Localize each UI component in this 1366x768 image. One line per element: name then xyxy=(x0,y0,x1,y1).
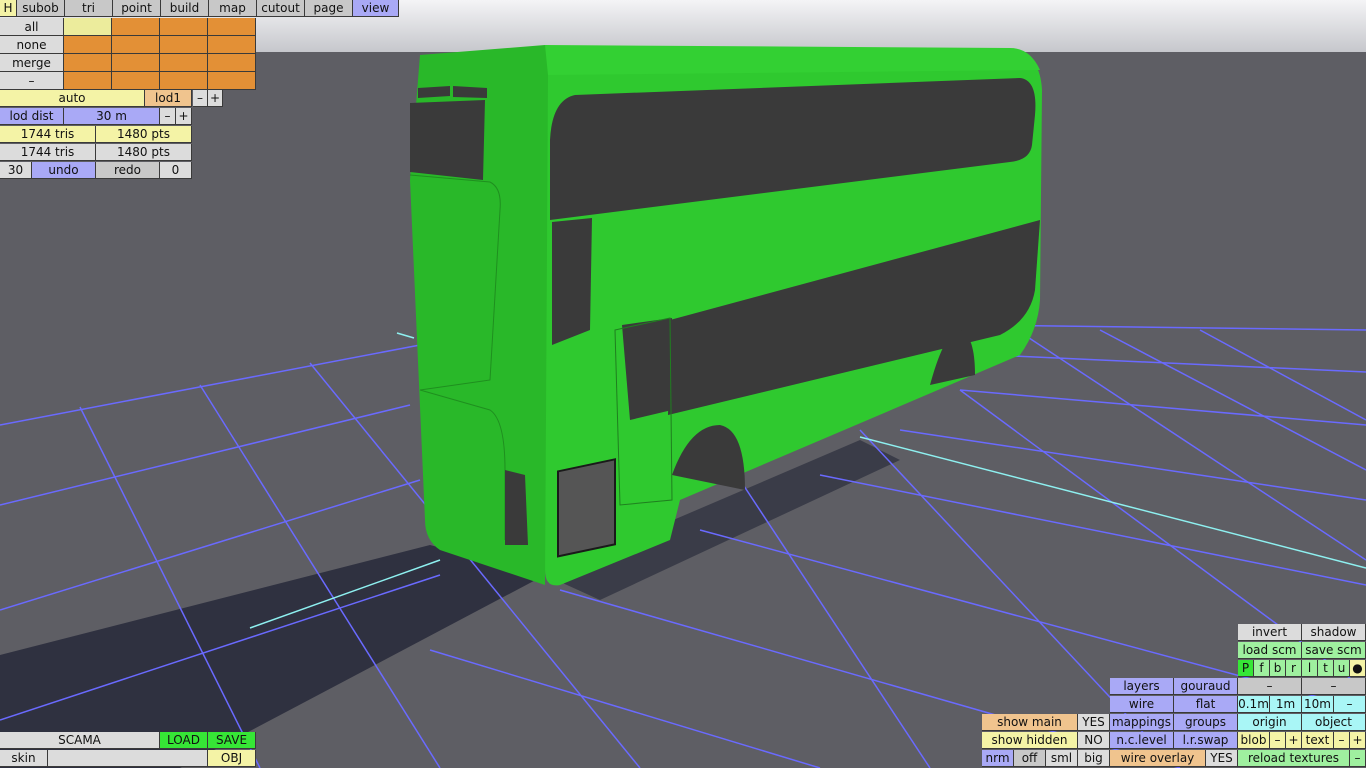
lod-dist-plus-button[interactable]: + xyxy=(176,108,192,125)
view-dot-icon[interactable]: ● xyxy=(1350,660,1366,677)
wire-button[interactable]: wire xyxy=(1110,696,1174,713)
origin-button[interactable]: origin xyxy=(1238,714,1302,731)
layer-cell[interactable] xyxy=(112,36,160,54)
tab-map[interactable]: map xyxy=(209,0,257,17)
layer-cell[interactable] xyxy=(64,72,112,90)
view-perspective-button[interactable]: P xyxy=(1238,660,1254,677)
layer-cell[interactable] xyxy=(64,54,112,72)
skin-field[interactable] xyxy=(48,750,208,767)
sml-button[interactable]: sml xyxy=(1046,750,1078,767)
grid-minus-button[interactable]: – xyxy=(1334,696,1366,713)
lod-auto-button[interactable]: auto xyxy=(0,90,145,107)
layer-cell[interactable] xyxy=(160,36,208,54)
layer-cell[interactable] xyxy=(160,18,208,36)
load-button[interactable]: LOAD xyxy=(160,732,208,749)
layers-button[interactable]: layers xyxy=(1110,678,1174,695)
nc-level-button[interactable]: n.c.level xyxy=(1110,732,1174,749)
tab-page[interactable]: page xyxy=(305,0,353,17)
view-top-button[interactable]: t xyxy=(1318,660,1334,677)
flat-button[interactable]: flat xyxy=(1174,696,1238,713)
layer-cell[interactable] xyxy=(208,18,256,36)
text-minus-button[interactable]: – xyxy=(1334,732,1350,749)
mappings-button[interactable]: mappings xyxy=(1110,714,1174,731)
view-right-button[interactable]: r xyxy=(1286,660,1302,677)
lod-minus-button[interactable]: – xyxy=(193,90,208,107)
tab-tri[interactable]: tri xyxy=(65,0,113,17)
lod-level-button[interactable]: lod1 xyxy=(145,90,192,107)
panel-dash-button-2[interactable]: – xyxy=(1302,678,1366,695)
grid-1m-button[interactable]: 1m xyxy=(1270,696,1302,713)
wire-overlay-value: YES xyxy=(1206,750,1238,767)
blob-plus-button[interactable]: + xyxy=(1286,732,1302,749)
layer-cell[interactable] xyxy=(112,18,160,36)
view-back-button[interactable]: b xyxy=(1270,660,1286,677)
select-none-button[interactable]: none xyxy=(0,36,64,54)
off-button[interactable]: off xyxy=(1014,750,1046,767)
lod-plus-button[interactable]: + xyxy=(208,90,223,107)
shadow-button[interactable]: shadow xyxy=(1302,624,1366,641)
invert-button[interactable]: invert xyxy=(1238,624,1302,641)
blob-button[interactable]: blob xyxy=(1238,732,1270,749)
save-button[interactable]: SAVE xyxy=(208,732,256,749)
save-scm-button[interactable]: save scm xyxy=(1302,642,1366,659)
reload-minus-button[interactable]: – xyxy=(1350,750,1366,767)
layer-cell[interactable] xyxy=(64,18,112,36)
gouraud-button[interactable]: gouraud xyxy=(1174,678,1238,695)
panel-dash-button[interactable]: – xyxy=(1238,678,1302,695)
triangle-count: 1744 tris xyxy=(0,126,96,143)
nrm-button[interactable]: nrm xyxy=(982,750,1014,767)
layer-cell[interactable] xyxy=(64,36,112,54)
groups-button[interactable]: groups xyxy=(1174,714,1238,731)
view-left-button[interactable]: l xyxy=(1302,660,1318,677)
triangle-count-total: 1744 tris xyxy=(0,144,96,161)
undo-button[interactable]: undo xyxy=(32,162,96,179)
redo-count: 0 xyxy=(160,162,192,179)
h-toggle-button[interactable]: H xyxy=(0,0,17,17)
tab-subob[interactable]: subob xyxy=(17,0,65,17)
tab-build[interactable]: build xyxy=(161,0,209,17)
redo-button[interactable]: redo xyxy=(96,162,160,179)
load-scm-button[interactable]: load scm xyxy=(1238,642,1302,659)
lr-swap-button[interactable]: l.r.swap xyxy=(1174,732,1238,749)
view-under-button[interactable]: u xyxy=(1334,660,1350,677)
show-hidden-value: NO xyxy=(1078,732,1110,749)
layer-cell[interactable] xyxy=(112,72,160,90)
layer-cell[interactable] xyxy=(112,54,160,72)
grid-0-1m-button[interactable]: 0.1m xyxy=(1238,696,1270,713)
point-count-total: 1480 pts xyxy=(96,144,192,161)
grid-10m-button[interactable]: 10m xyxy=(1302,696,1334,713)
layer-cell[interactable] xyxy=(208,72,256,90)
undo-count: 30 xyxy=(0,162,32,179)
tab-point[interactable]: point xyxy=(113,0,161,17)
selection-dash-button[interactable]: – xyxy=(0,72,64,90)
text-button[interactable]: text xyxy=(1302,732,1334,749)
tab-cutout[interactable]: cutout xyxy=(257,0,305,17)
lod-dist-label: lod dist xyxy=(0,108,64,125)
obj-button[interactable]: OBJ xyxy=(208,750,256,767)
big-button[interactable]: big xyxy=(1078,750,1110,767)
merge-button[interactable]: merge xyxy=(0,54,64,72)
show-main-value: YES xyxy=(1078,714,1110,731)
layer-cell[interactable] xyxy=(160,54,208,72)
blob-minus-button[interactable]: – xyxy=(1270,732,1286,749)
skin-label: skin xyxy=(0,750,48,767)
object-button[interactable]: object xyxy=(1302,714,1366,731)
reload-textures-button[interactable]: reload textures xyxy=(1238,750,1350,767)
lod-dist-value[interactable]: 30 m xyxy=(64,108,160,125)
lod-dist-minus-button[interactable]: – xyxy=(160,108,176,125)
layer-cell[interactable] xyxy=(208,54,256,72)
show-main-button[interactable]: show main xyxy=(982,714,1078,731)
point-count: 1480 pts xyxy=(96,126,192,143)
show-hidden-button[interactable]: show hidden xyxy=(982,732,1078,749)
text-plus-button[interactable]: + xyxy=(1350,732,1366,749)
wire-overlay-button[interactable]: wire overlay xyxy=(1110,750,1206,767)
layer-cell[interactable] xyxy=(208,36,256,54)
layer-cell[interactable] xyxy=(160,72,208,90)
view-front-button[interactable]: f xyxy=(1254,660,1270,677)
file-name-field[interactable]: SCAMA xyxy=(0,732,160,749)
tab-view[interactable]: view xyxy=(353,0,399,17)
3d-viewport[interactable] xyxy=(0,0,1366,768)
select-all-button[interactable]: all xyxy=(0,18,64,36)
